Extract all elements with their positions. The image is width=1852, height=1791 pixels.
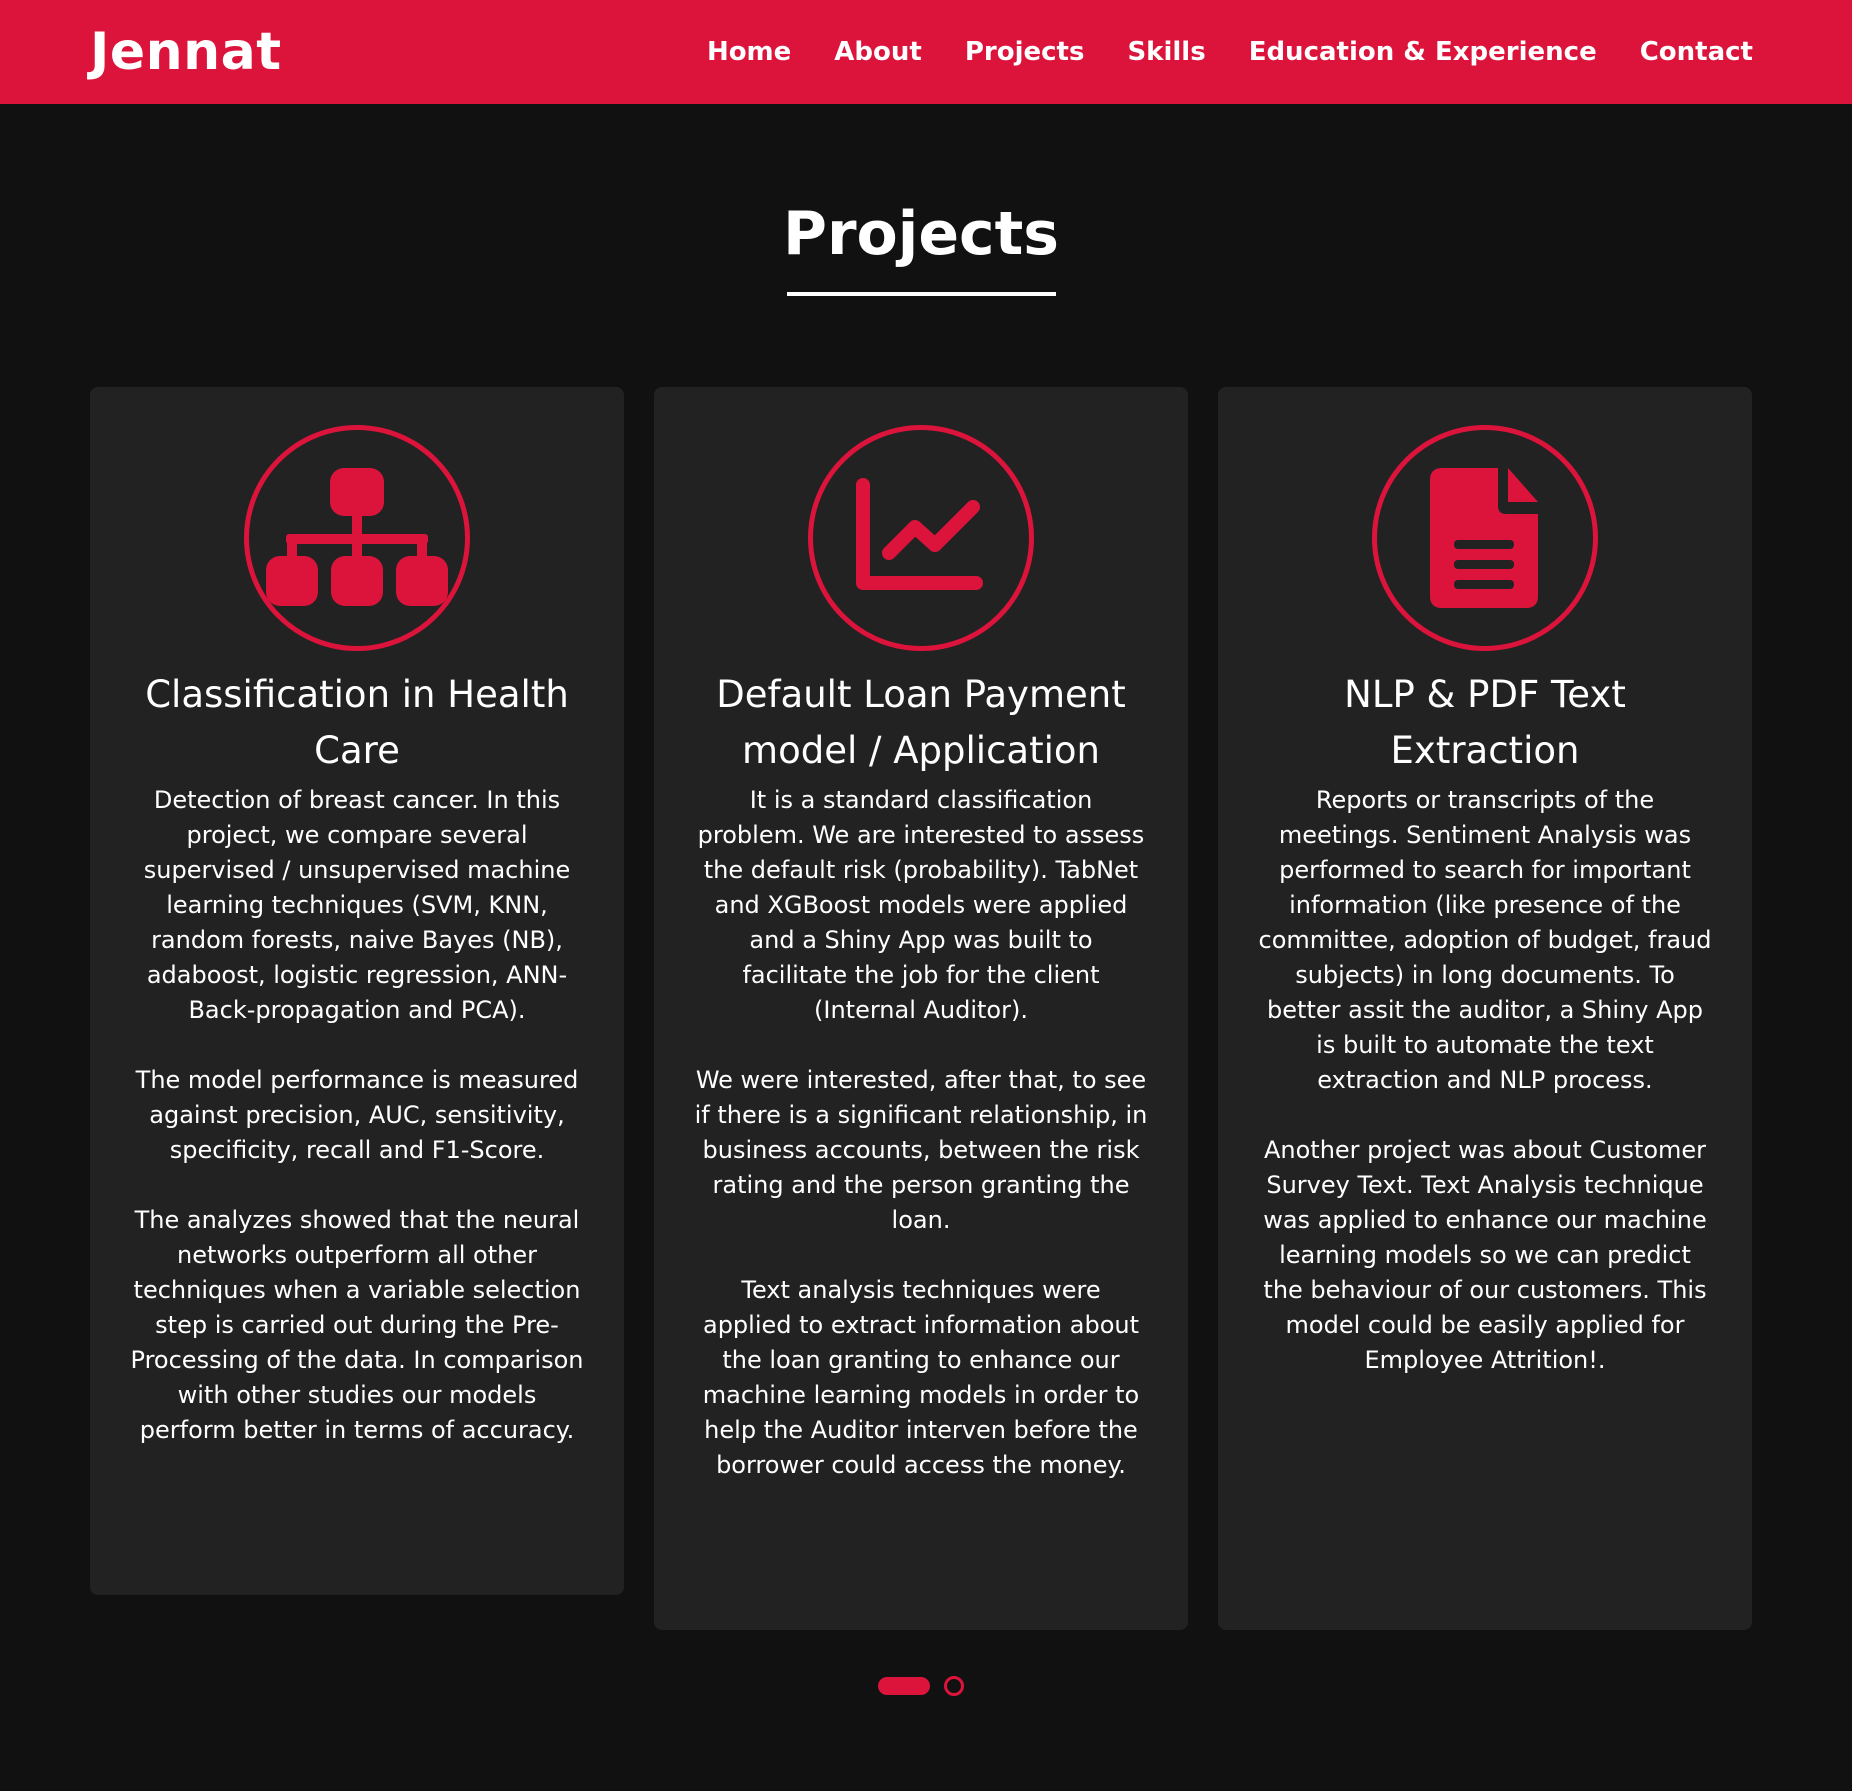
nav-item-education: Education & Experience bbox=[1249, 34, 1597, 70]
line-chart-icon bbox=[856, 478, 983, 590]
nav-link-projects[interactable]: Projects bbox=[965, 34, 1085, 70]
project-paragraph: It is a standard classification problem.… bbox=[697, 786, 1145, 1024]
project-description: Detection of breast cancer. In this proj… bbox=[130, 783, 584, 1448]
project-paragraph: Reports or transcripts of the meetings. … bbox=[1258, 786, 1712, 1094]
project-paragraph: The analyzes showed that the neural netw… bbox=[130, 1206, 584, 1444]
project-paragraph: The model performance is measured agains… bbox=[135, 1066, 579, 1164]
site-logo[interactable]: Jennat bbox=[90, 22, 282, 82]
nav-link-contact[interactable]: Contact bbox=[1640, 34, 1753, 70]
nav-link-skills[interactable]: Skills bbox=[1127, 34, 1205, 70]
navbar: Jennat Home About Projects Skills Educat… bbox=[0, 0, 1852, 104]
carousel-dot[interactable] bbox=[944, 1676, 964, 1696]
title-underline bbox=[787, 292, 1056, 296]
section-heading: Projects bbox=[0, 194, 1842, 274]
project-paragraph: Another project was about Customer Surve… bbox=[1263, 1136, 1707, 1374]
project-description: It is a standard classification problem.… bbox=[694, 783, 1148, 1483]
project-paragraph: Text analysis techniques were applied to… bbox=[702, 1276, 1140, 1479]
carousel-dot-active[interactable] bbox=[878, 1677, 930, 1695]
project-title: Default Loan Payment model / Application bbox=[716, 673, 1126, 772]
nav-item-contact: Contact bbox=[1640, 34, 1753, 70]
project-description: Reports or transcripts of the meetings. … bbox=[1258, 783, 1712, 1378]
file-document-icon bbox=[1430, 468, 1538, 608]
project-icon-frame bbox=[244, 425, 470, 651]
project-title: Classification in Health Care bbox=[145, 673, 569, 772]
nav-link-about[interactable]: About bbox=[834, 34, 922, 70]
project-paragraph: We were interested, after that, to see i… bbox=[694, 1066, 1148, 1234]
sitemap-icon bbox=[266, 468, 448, 606]
nav-item-about: About bbox=[834, 34, 922, 70]
project-card-nlp-pdf: NLP & PDF Text Extraction Reports or tra… bbox=[1218, 387, 1752, 1630]
nav-menu: Home About Projects Skills Education & E… bbox=[707, 34, 1753, 70]
project-icon-frame bbox=[808, 425, 1034, 651]
project-title: NLP & PDF Text Extraction bbox=[1344, 673, 1626, 772]
project-icon-frame bbox=[1372, 425, 1598, 651]
section-title: Projects bbox=[782, 199, 1059, 269]
nav-item-home: Home bbox=[707, 34, 791, 70]
project-card-default-loan: Default Loan Payment model / Application… bbox=[654, 387, 1188, 1630]
carousel-pagination bbox=[878, 1676, 964, 1696]
nav-item-projects: Projects bbox=[965, 34, 1085, 70]
project-paragraph: Detection of breast cancer. In this proj… bbox=[143, 786, 571, 1024]
nav-link-education-experience[interactable]: Education & Experience bbox=[1249, 34, 1597, 70]
nav-link-home[interactable]: Home bbox=[707, 34, 791, 70]
nav-item-skills: Skills bbox=[1127, 34, 1205, 70]
project-card-health-care: Classification in Health Care Detection … bbox=[90, 387, 624, 1595]
